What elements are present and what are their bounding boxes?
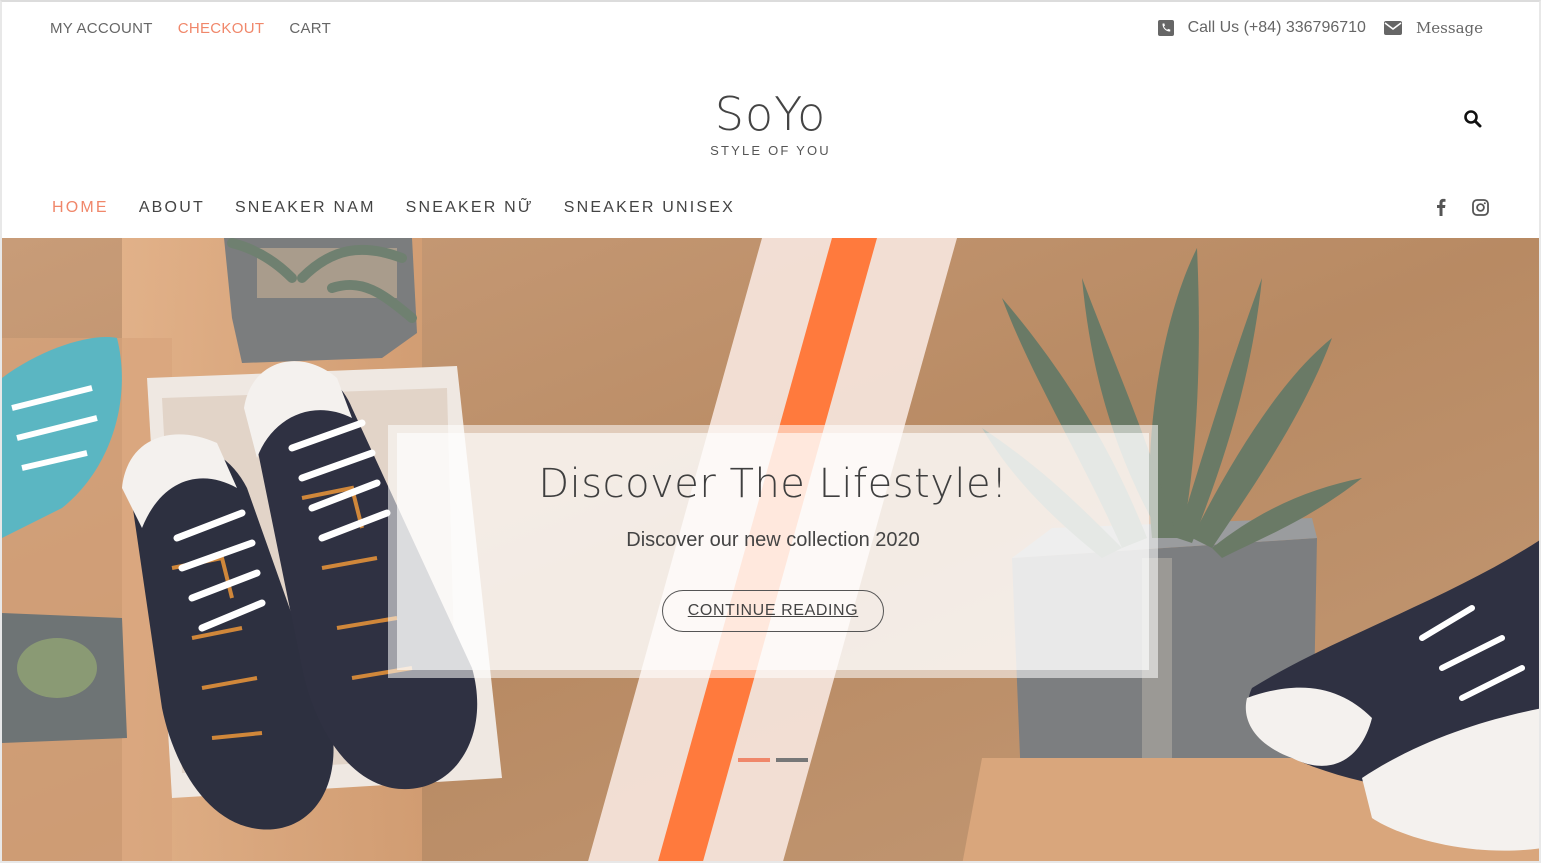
nav-about[interactable]: ABOUT (139, 199, 205, 217)
continue-reading-button[interactable]: CONTINUE READING (661, 590, 885, 632)
main-navigation: HOME ABOUT SNEAKER NAM SNEAKER NỮ SNEAKE… (52, 199, 735, 217)
slide-dot-2[interactable] (776, 758, 808, 762)
browser-page: MY ACCOUNT CHECKOUT CART Call Us (+84) 3… (0, 0, 1541, 863)
site-logo[interactable]: SoYo STYLE OF YOU (2, 88, 1539, 158)
phone-contact[interactable]: Call Us (+84) 336796710 (1157, 19, 1366, 37)
envelope-icon (1383, 21, 1402, 35)
phone-label: Call Us (+84) 336796710 (1187, 19, 1366, 36)
phone-square-icon (1157, 20, 1174, 36)
slider-pagination (738, 758, 808, 762)
instagram-icon[interactable] (1472, 198, 1489, 221)
message-label: Message (1415, 19, 1483, 37)
hero-title: Discover The Lifestyle! (538, 461, 1008, 507)
message-contact[interactable]: Message (1383, 19, 1483, 37)
nav-sneaker-nam[interactable]: SNEAKER NAM (235, 199, 376, 217)
my-account-link[interactable]: MY ACCOUNT (50, 20, 153, 37)
top-links: MY ACCOUNT CHECKOUT CART (50, 20, 331, 37)
site-tagline: STYLE OF YOU (710, 143, 831, 158)
nav-sneaker-nu[interactable]: SNEAKER NỮ (406, 199, 534, 217)
search-icon[interactable] (1463, 109, 1483, 129)
cart-link[interactable]: CART (289, 20, 331, 37)
nav-home[interactable]: HOME (52, 199, 109, 217)
facebook-icon[interactable] (1436, 198, 1446, 221)
hero-slider: Discover The Lifestyle! Discover our new… (2, 238, 1539, 861)
social-links (1436, 198, 1489, 221)
hero-caption: Discover The Lifestyle! Discover our new… (388, 425, 1158, 678)
slide-dot-1[interactable] (738, 758, 770, 762)
checkout-link[interactable]: CHECKOUT (178, 20, 265, 37)
contact-info: Call Us (+84) 336796710 Message (1157, 19, 1483, 37)
site-title: SoYo (714, 87, 827, 141)
hero-subtitle: Discover our new collection 2020 (626, 529, 920, 551)
nav-sneaker-unisex[interactable]: SNEAKER UNISEX (564, 199, 735, 217)
top-bar: MY ACCOUNT CHECKOUT CART Call Us (+84) 3… (2, 2, 1539, 56)
